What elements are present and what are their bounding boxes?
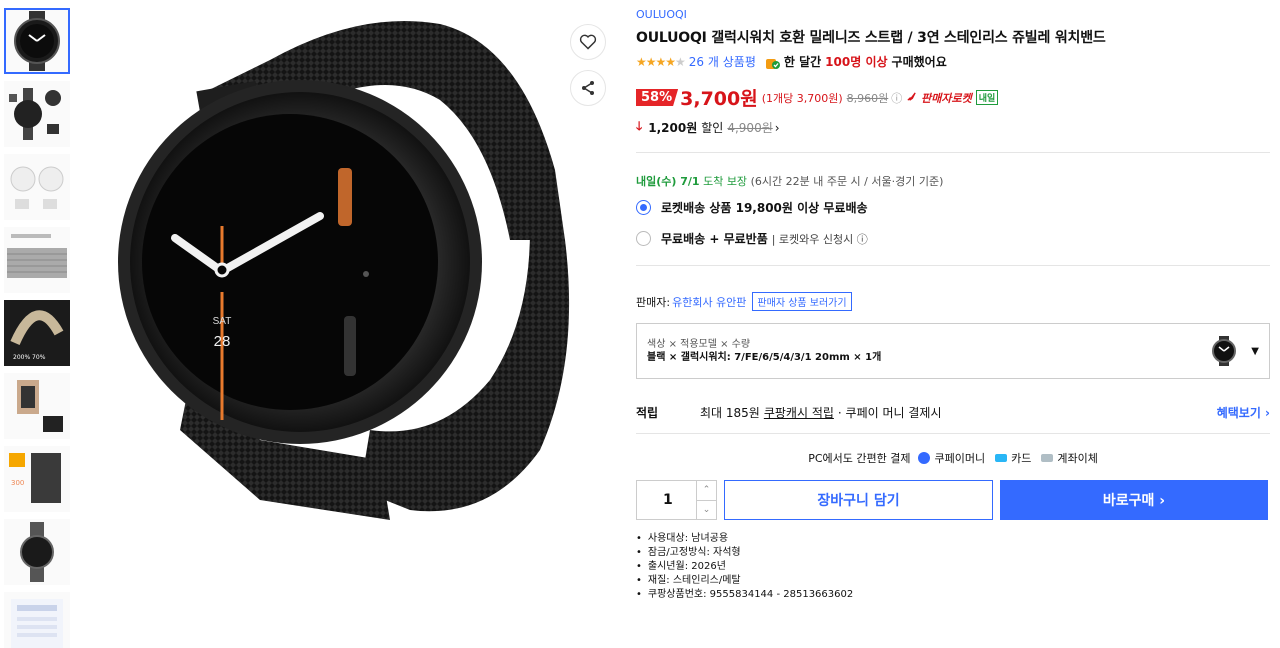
quantity-decrease-button[interactable]: ⌄: [697, 501, 716, 520]
attribute-item: 재질: 스테인리스/메탈: [636, 574, 1270, 588]
product-info: OULUOQI OULUOQI 갤럭시워치 호환 밀레니즈 스트랩 / 3연 스…: [636, 8, 1270, 602]
coupon-original-price: 4,900원: [727, 121, 773, 135]
product-attributes: 사용대상: 남녀공용 잠금/고정방식: 자석형 출시년월: 2026년 재질: …: [636, 532, 1270, 602]
option-select-labels: 색상 × 적용모델 × 수량: [647, 339, 751, 350]
main-product-image: SAT 28: [110, 0, 600, 520]
price-info-icon[interactable]: ⓘ: [891, 90, 902, 106]
watch-thumbnail-icon: [1212, 336, 1237, 366]
thumbnail-7[interactable]: 300: [4, 446, 70, 512]
add-to-cart-button[interactable]: 장바구니 담기: [724, 480, 993, 520]
coupon-amount: 1,200원: [648, 121, 698, 135]
share-button[interactable]: [570, 70, 606, 106]
reward-key: 적립: [636, 405, 659, 420]
delivery-date: 내일(수) 7/1: [636, 175, 700, 188]
wishlist-button[interactable]: [570, 24, 606, 60]
shipping-option-label: 로켓배송 상품 19,800원 이상 무료배송: [661, 201, 868, 215]
shopping-bag-icon: [765, 58, 780, 69]
shipping-option-free-return[interactable]: 무료배송 + 무료반품 | 로켓와우 신청시 ⓘ: [636, 230, 1270, 247]
shipping-option-rocket[interactable]: 로켓배송 상품 19,800원 이상 무료배송: [636, 199, 1270, 216]
price-row: 58% 3,700원 (1개당 3,700원) 8,960원 ⓘ 판매자로켓 내…: [636, 84, 1270, 111]
delivery-info: 내일(수) 7/1 도착 보장 (6시간 22분 내 주문 시 / 서울·경기 …: [636, 173, 1270, 189]
option-select-text: 색상 × 적용모델 × 수량 블랙 × 갤럭시워치: 7/FE/6/5/4/3/…: [647, 338, 1209, 364]
watch-date: 28: [214, 333, 231, 350]
coupon-label: 할인: [701, 121, 724, 135]
thumbnail-9[interactable]: [4, 592, 70, 648]
share-icon: [582, 81, 594, 95]
payment-method-3: 계좌이체: [1057, 452, 1098, 465]
seller-products-link[interactable]: 판매자 상품 보러가기: [752, 292, 852, 311]
buy-note-prefix: 한 달간: [783, 55, 822, 69]
coupon-row[interactable]: 🡓 1,200원 할인 4,900원 ›: [636, 117, 1270, 138]
payment-intro: PC에서도 간편한 결제: [808, 452, 911, 465]
thumbnail-2[interactable]: [4, 81, 70, 147]
thumbnail-6[interactable]: [4, 373, 70, 439]
rocket-icon: [907, 91, 917, 101]
divider: [636, 152, 1270, 153]
thumbnail-7-text: 300: [11, 479, 24, 487]
attribute-item: 출시년월: 2026년: [636, 560, 1270, 574]
card-icon: [995, 454, 1008, 462]
discount-badge: 58%: [636, 89, 679, 106]
payment-methods: PC에서도 간편한 결제 쿠페이머니 카드 계좌이체: [636, 450, 1270, 466]
reward-text: 최대 185원: [700, 405, 760, 420]
coupay-money-icon: [918, 452, 931, 464]
reward-tail: · 쿠페이 머니 결제시: [837, 405, 942, 420]
option-select[interactable]: 색상 × 적용모델 × 수량 블랙 × 갤럭시워치: 7/FE/6/5/4/3/…: [636, 323, 1270, 379]
attribute-item: 잠금/고정방식: 자석형: [636, 546, 1270, 560]
radio-selected[interactable]: [636, 200, 651, 215]
heart-icon: [579, 34, 597, 50]
bank-transfer-icon: [1041, 454, 1054, 462]
thumbnail-4[interactable]: [4, 227, 70, 293]
purchase-actions: 1 ⌃ ⌄ 장바구니 담기 바로구매 ›: [636, 480, 1270, 520]
sale-price: 3,700원: [680, 88, 758, 110]
original-price: 8,960원: [846, 91, 889, 105]
seller-row: 판매자: 유한회사 유안판 판매자 상품 보러가기: [636, 292, 1270, 311]
option-select-value: 블랙 × 갤럭시워치: 7/FE/6/5/4/3/1 20mm × 1개: [647, 352, 882, 363]
thumbnail-5-text: 200% 70%: [13, 354, 46, 361]
unit-price: (1개당 3,700원): [761, 91, 843, 105]
reward-row: 적립 최대 185원 쿠팡캐시 적립 · 쿠페이 머니 결제시 혜택보기 ›: [636, 391, 1270, 433]
thumbnail-5[interactable]: 200% 70%: [4, 300, 70, 366]
product-page: 200% 70% 300 SAT 28 OULUOQI OULUOQI 갤럭시워…: [0, 0, 1280, 648]
purchase-count-note: 한 달간 100명 이상 구매했어요: [764, 53, 947, 70]
quantity-increase-button[interactable]: ⌃: [697, 481, 716, 501]
seller-rocket-badge: 판매자로켓: [906, 90, 972, 106]
delivery-guarantee: 도착 보장: [703, 175, 748, 188]
thumbnail-1[interactable]: [4, 8, 70, 74]
attribute-item: 쿠팡상품번호: 9555834144 - 28513663602: [636, 588, 1270, 602]
shipping-option-label: 무료배송 + 무료반품: [661, 232, 768, 246]
delivery-condition: (6시간 22분 내 주문 시 / 서울·경기 기준): [750, 175, 944, 188]
rating-row: ★★★★★ 26 개 상품평 한 달간 100명 이상 구매했어요: [636, 53, 1270, 70]
thumbnail-8[interactable]: [4, 519, 70, 585]
tomorrow-tag: 내일: [975, 90, 999, 105]
caret-down-icon: ▼: [1251, 345, 1259, 357]
shipping-option-sub: | 로켓와우 신청시 ⓘ: [771, 232, 868, 246]
rating-stars[interactable]: ★★★★★: [636, 55, 686, 69]
chevron-right-icon: ›: [774, 120, 780, 135]
quantity-stepper: 1 ⌃ ⌄: [636, 480, 717, 520]
thumbnail-3[interactable]: [4, 154, 70, 220]
seller-name-link[interactable]: 유한회사 유안판: [672, 294, 746, 310]
benefit-link[interactable]: 혜택보기 ›: [1217, 404, 1270, 421]
thumbnail-list: 200% 70% 300: [4, 8, 72, 648]
down-arrow-icon: 🡓: [636, 119, 643, 133]
radio-unselected[interactable]: [636, 231, 651, 246]
watch-day: SAT: [213, 316, 232, 327]
buy-now-button[interactable]: 바로구매 ›: [1000, 480, 1268, 520]
quantity-input[interactable]: 1: [637, 481, 696, 519]
attribute-item: 사용대상: 남녀공용: [636, 532, 1270, 546]
buy-note-highlight: 100명 이상: [825, 55, 888, 69]
payment-method-2: 카드: [1011, 452, 1032, 465]
divider: [636, 265, 1270, 266]
seller-prefix: 판매자:: [636, 295, 671, 309]
divider: [636, 433, 1270, 434]
seller-rocket-label: 판매자로켓: [921, 91, 972, 105]
reward-link[interactable]: 쿠팡캐시 적립: [764, 404, 834, 421]
product-title: OULUOQI 갤럭시워치 호환 밀레니즈 스트랩 / 3연 스테인리스 쥬빌레…: [636, 30, 1106, 46]
buy-note-suffix: 구매했어요: [891, 55, 947, 69]
payment-method-1: 쿠페이머니: [934, 452, 986, 465]
quantity-buttons: ⌃ ⌄: [696, 481, 716, 519]
brand-link[interactable]: OULUOQI: [636, 8, 1270, 21]
review-count-link[interactable]: 26 개 상품평: [689, 53, 756, 70]
